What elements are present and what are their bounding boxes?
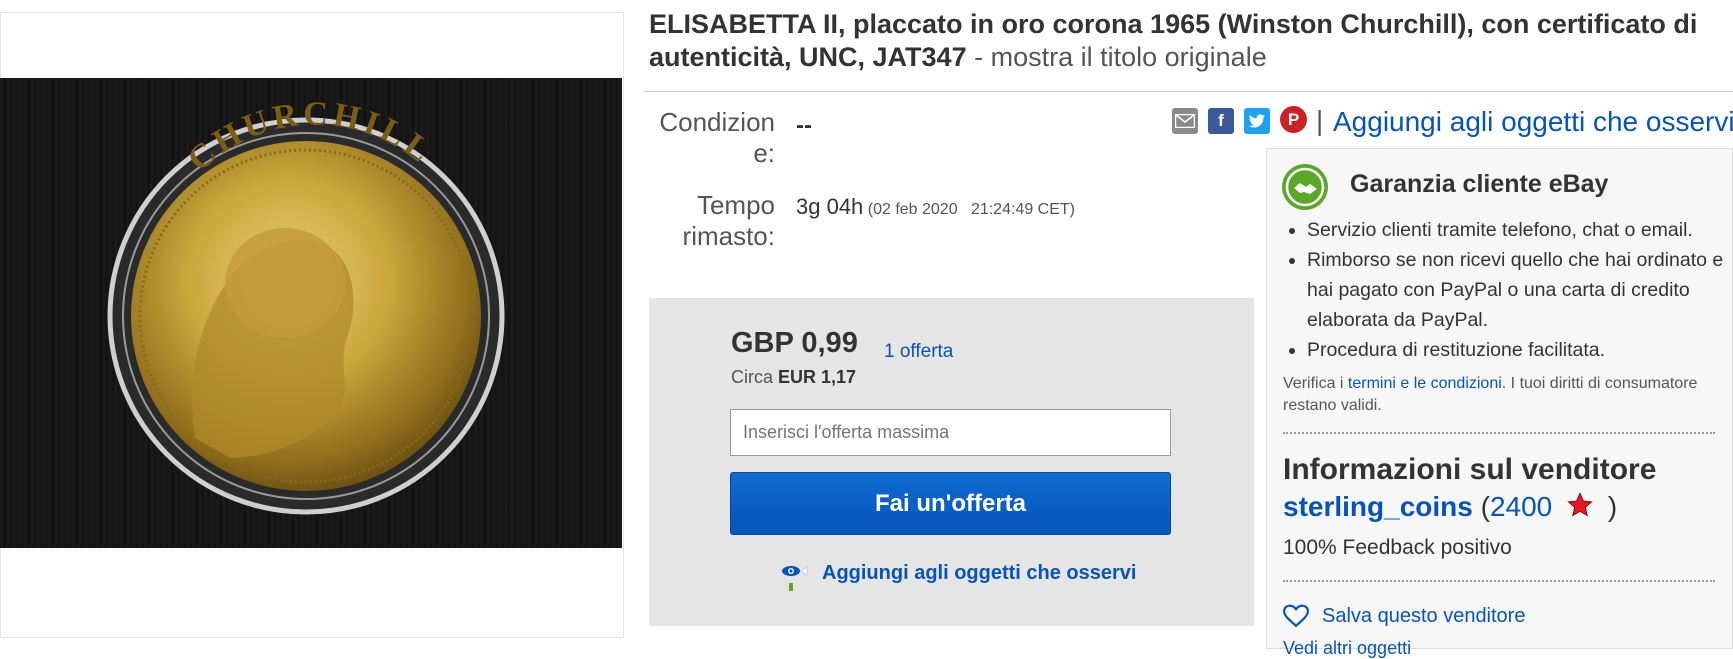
facebook-icon[interactable]: f [1208,108,1234,134]
add-to-watchlist-link[interactable]: Aggiungi agli oggetti che osservi [1333,106,1733,138]
guarantee-list: Servizio clienti tramite telefono, chat … [1287,215,1727,365]
seller-name-link[interactable]: sterling_coins [1283,491,1473,522]
red-star-icon [1566,491,1594,526]
seller-section-title: Informazioni sul venditore [1283,453,1657,486]
time-remaining: 3g 04h (02 feb 2020 21:24:49 CET) [796,194,1075,220]
title-divider [644,91,1733,92]
divider [1283,432,1715,434]
end-date: (02 feb 2020 21:24:49 CET) [867,201,1075,218]
feedback-score-link[interactable]: 2400 [1490,491,1552,522]
title-separator: - [966,42,991,72]
heart-icon [1282,604,1310,633]
pinterest-icon[interactable]: P [1280,106,1307,133]
save-seller-link[interactable]: Salva questo venditore [1322,605,1525,628]
feedback-percent: 100% Feedback positivo [1283,536,1512,559]
condition-label: Condizion e: [659,107,775,168]
divider [1283,580,1715,582]
terms-link[interactable]: termini e le condizioni [1348,375,1502,392]
handshake-icon [1280,162,1330,217]
time-remaining-label: Tempo rimasto: [682,190,775,251]
guarantee-item: Procedura di restituzione facilitata. [1307,335,1727,365]
time-remaining-value: 3g 04h [796,194,864,219]
max-bid-input[interactable] [730,409,1171,456]
eye-icon [781,563,809,596]
guarantee-title: Garanzia cliente eBay [1350,170,1609,198]
email-icon[interactable] [1172,108,1198,134]
share-separator: | [1316,105,1324,136]
original-title-link[interactable]: mostra il titolo originale [991,42,1267,72]
coin-image: CHURCHILL [107,95,505,515]
approx-price: Circa EUR 1,17 [731,367,857,387]
listing-title: ELISABETTA II, placcato in oro corona 19… [649,8,1729,74]
condition-value: -- [796,112,812,139]
guarantee-item: Servizio clienti tramite telefono, chat … [1307,215,1727,245]
seller-line: sterling_coins (2400 ) [1283,491,1617,526]
place-bid-button[interactable]: Fai un'offerta [730,472,1171,535]
approx-price-value: EUR 1,17 [778,367,857,387]
guarantee-terms: Verifica i termini e le condizioni. I tu… [1283,375,1698,414]
twitter-icon[interactable] [1244,108,1270,134]
bid-count-link[interactable]: 1 offerta [884,341,953,363]
add-to-watchlist-button[interactable]: Aggiungi agli oggetti che osservi [822,562,1136,585]
item-photo[interactable]: CHURCHILL [0,78,622,548]
guarantee-item: Rimborso se non ricevi quello che hai or… [1307,245,1727,335]
current-price: GBP 0,99 [731,327,858,359]
